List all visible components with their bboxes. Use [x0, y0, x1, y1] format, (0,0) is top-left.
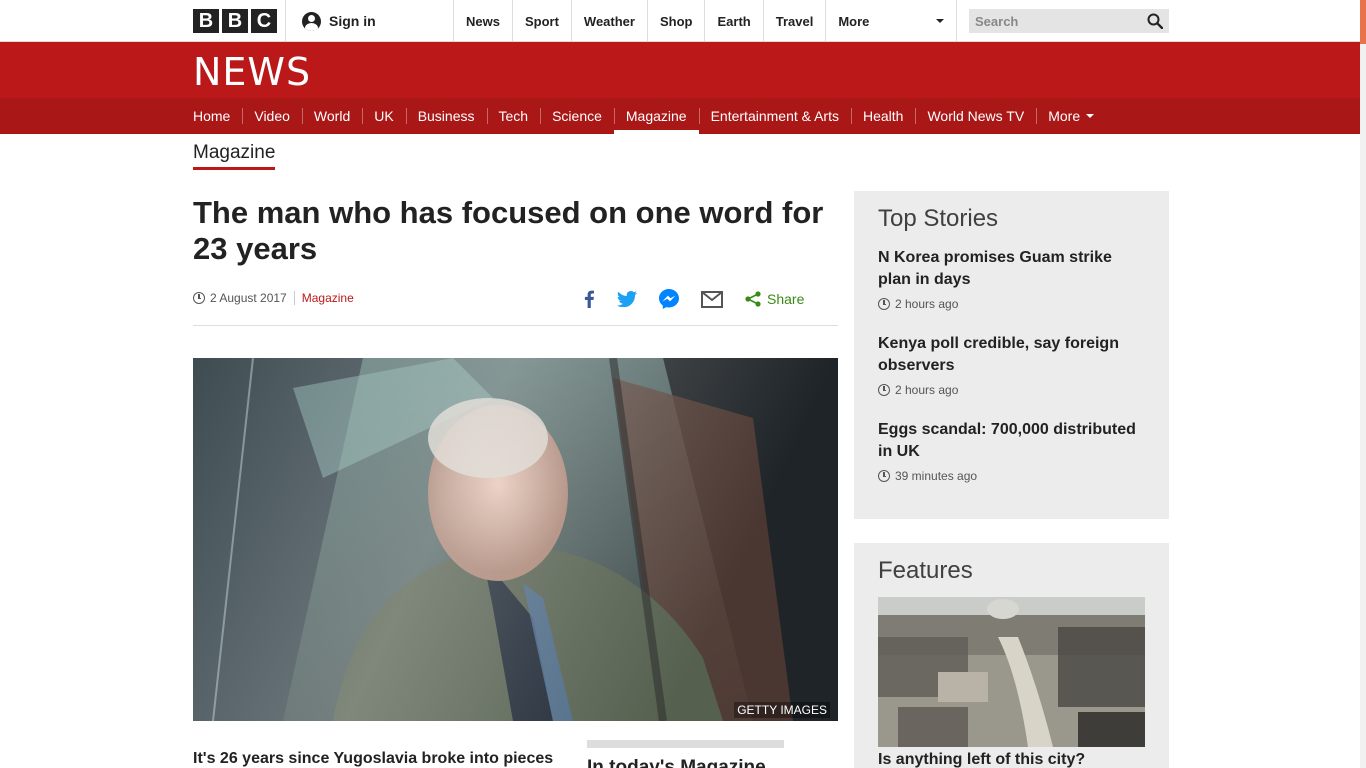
top-story-time: 39 minutes ago — [878, 469, 1148, 483]
section-nav-health[interactable]: Health — [851, 98, 915, 134]
section-nav-label: More — [1048, 108, 1081, 124]
signin-label: Sign in — [329, 13, 376, 29]
messenger-icon[interactable] — [659, 289, 679, 309]
clock-icon — [193, 292, 205, 304]
caret-down-icon — [1086, 114, 1095, 118]
feature-image-destroyed-city[interactable] — [878, 597, 1145, 747]
meta-separator — [193, 325, 838, 326]
bbc-logo[interactable]: B B C — [193, 9, 277, 33]
global-nav-more[interactable]: More — [825, 0, 958, 42]
global-nav-sport[interactable]: Sport — [511, 0, 571, 42]
global-nav-weather[interactable]: Weather — [570, 0, 647, 42]
section-nav-home[interactable]: Home — [193, 98, 242, 134]
top-story-item[interactable]: Eggs scandal: 700,000 distributed in UK … — [878, 419, 1148, 483]
news-section-nav: Home Video World UK Business Tech Scienc… — [0, 98, 1360, 134]
section-title[interactable]: Magazine — [193, 142, 276, 170]
share-label: Share — [767, 291, 805, 307]
email-icon[interactable] — [701, 290, 723, 308]
search-input[interactable] — [975, 13, 1125, 29]
section-nav-label: Magazine — [625, 108, 687, 124]
section-nav-world[interactable]: World — [301, 98, 362, 134]
top-story-time: 2 hours ago — [878, 297, 1148, 311]
page-scrollbar-thumb[interactable] — [1360, 0, 1366, 44]
section-nav-magazine[interactable]: Magazine — [613, 98, 699, 134]
section-nav-more[interactable]: More — [1036, 98, 1106, 134]
section-nav-science[interactable]: Science — [540, 98, 614, 134]
top-story-title: Kenya poll credible, say foreign observe… — [878, 335, 1119, 374]
section-nav-business[interactable]: Business — [405, 98, 487, 134]
facebook-icon[interactable] — [583, 290, 595, 308]
twitter-icon[interactable] — [617, 291, 637, 307]
signin-button[interactable]: Sign in — [285, 0, 453, 42]
global-nav-shop[interactable]: Shop — [646, 0, 705, 42]
share-icon — [745, 291, 761, 307]
top-story-time-text: 2 hours ago — [895, 297, 959, 311]
article-hero-image: GETTY IMAGES — [193, 358, 838, 721]
section-nav-world-news-tv[interactable]: World News TV — [915, 98, 1036, 134]
section-nav-label: UK — [374, 108, 394, 124]
news-masthead: NEWS — [0, 42, 1360, 98]
section-nav-label: Tech — [498, 108, 529, 124]
meta-divider — [293, 291, 295, 305]
top-story-time-text: 39 minutes ago — [895, 469, 978, 483]
page-scrollbar[interactable] — [1360, 0, 1366, 768]
share-button[interactable]: Share — [745, 291, 804, 307]
section-nav-uk[interactable]: UK — [362, 98, 405, 134]
in-todays-magazine-heading: In today's Magazine — [587, 757, 766, 768]
man-in-car-photo — [193, 358, 838, 721]
article-intro: It's 26 years since Yugoslavia broke int… — [193, 750, 554, 767]
image-credit: GETTY IMAGES — [734, 702, 830, 718]
top-stories-panel: Top Stories N Korea promises Guam strike… — [854, 191, 1169, 519]
bbc-logo-letter: C — [251, 9, 277, 33]
section-nav-label: Business — [417, 108, 475, 124]
global-nav-earth[interactable]: Earth — [704, 0, 762, 42]
section-nav-label: Health — [863, 108, 904, 124]
global-nav-more-label: More — [838, 13, 870, 29]
global-nav-news[interactable]: News — [453, 0, 512, 42]
section-nav-label: Home — [193, 108, 231, 124]
section-nav-video[interactable]: Video — [242, 98, 302, 134]
top-story-item[interactable]: Kenya poll credible, say foreign observe… — [878, 333, 1148, 397]
clock-icon — [878, 470, 890, 482]
share-tools: Share — [583, 285, 804, 313]
global-nav-travel[interactable]: Travel — [762, 0, 826, 42]
section-nav-label: World News TV — [927, 108, 1025, 124]
top-story-time: 2 hours ago — [878, 383, 1148, 397]
bbc-global-nav: News Sport Weather Shop Earth Travel Mor… — [453, 0, 958, 42]
bbc-logo-letter: B — [222, 9, 248, 33]
section-nav-entertainment-arts[interactable]: Entertainment & Arts — [698, 98, 851, 134]
features-panel: Features Is anything left of this city? — [854, 543, 1169, 768]
article-meta: 2 August 2017 Magazine — [193, 291, 354, 305]
article-headline: The man who has focused on one word for … — [193, 195, 824, 266]
top-story-time-text: 2 hours ago — [895, 383, 959, 397]
top-stories-heading: Top Stories — [878, 205, 999, 232]
top-story-title: Eggs scandal: 700,000 distributed in UK — [878, 421, 1136, 460]
section-nav-label: Entertainment & Arts — [710, 108, 839, 124]
section-nav-label: Video — [254, 108, 290, 124]
feature-title[interactable]: Is anything left of this city? — [878, 751, 1085, 768]
bbc-logo-letter: B — [193, 9, 219, 33]
user-icon — [302, 11, 321, 31]
in-todays-magazine-bar — [587, 740, 784, 748]
section-nav-label: World — [313, 108, 351, 124]
section-nav-label: Science — [552, 108, 602, 124]
top-story-item[interactable]: N Korea promises Guam strike plan in day… — [878, 247, 1148, 311]
news-logo[interactable]: NEWS — [193, 50, 311, 94]
article-date: 2 August 2017 — [210, 291, 287, 305]
clock-icon — [878, 298, 890, 310]
section-nav-tech[interactable]: Tech — [486, 98, 541, 134]
features-heading: Features — [878, 557, 973, 584]
clock-icon — [878, 384, 890, 396]
bbc-top-bar: B B C Sign in News Sport Weather Shop Ea… — [0, 0, 1360, 42]
in-todays-magazine-box: In today's Magazine — [587, 740, 784, 768]
article-category-link[interactable]: Magazine — [302, 291, 354, 305]
search-box — [969, 9, 1169, 33]
destroyed-city-photo — [878, 597, 1145, 747]
search-icon[interactable] — [1147, 13, 1163, 29]
caret-down-icon — [936, 19, 945, 23]
top-story-title: N Korea promises Guam strike plan in day… — [878, 249, 1112, 288]
